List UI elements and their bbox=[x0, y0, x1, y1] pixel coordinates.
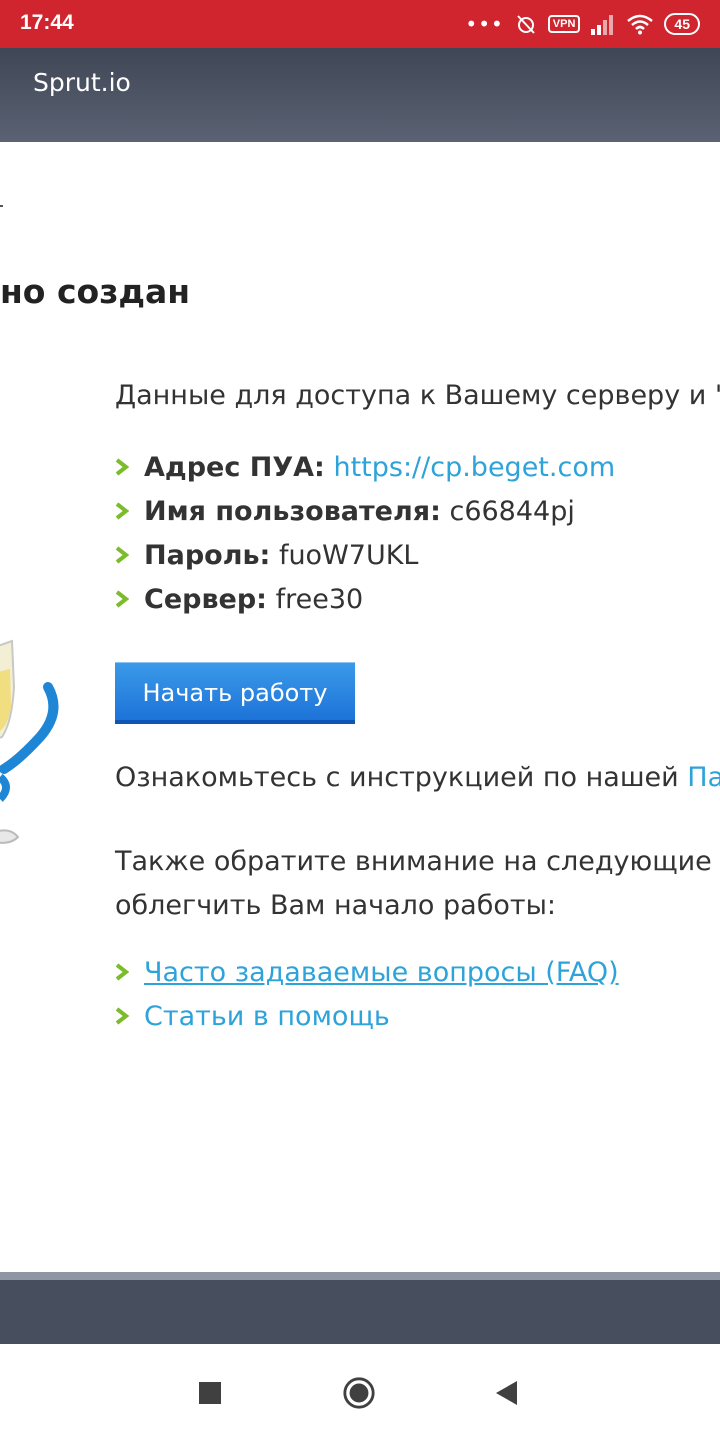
vpn-icon: VPN bbox=[547, 15, 581, 33]
instruction-paragraph: Ознакомьтесь с инструкцией по нашей Пане… bbox=[115, 762, 720, 793]
recent-apps-button[interactable] bbox=[193, 1376, 227, 1410]
champagne-glass-illustration bbox=[0, 639, 59, 844]
detail-server: Сервер: free30 bbox=[115, 584, 615, 628]
detail-label: Пароль: bbox=[144, 540, 271, 571]
triangle-back-icon bbox=[496, 1381, 517, 1405]
panel-instruction-link[interactable]: Панел bbox=[687, 762, 720, 793]
help-link-item: Часто задаваемые вопросы (FAQ) bbox=[115, 957, 619, 1001]
detail-password: Пароль: fuoW7UKL bbox=[115, 540, 615, 584]
password-value: fuoW7UKL bbox=[278, 540, 419, 571]
detail-label: Сервер: bbox=[144, 584, 267, 615]
username-value: c66844pj bbox=[449, 496, 575, 527]
help-link-item: Статьи в помощь bbox=[115, 1001, 619, 1045]
detail-label: Адрес ПУА: bbox=[144, 452, 325, 483]
chevron-right-icon bbox=[115, 458, 129, 476]
chevron-right-icon bbox=[115, 502, 129, 520]
alarm-off-icon bbox=[517, 15, 535, 34]
signal-icon bbox=[591, 15, 614, 35]
help-articles-link[interactable]: Статьи в помощь bbox=[144, 1001, 390, 1032]
also-line-2: облегчить Вам начало работы: bbox=[115, 890, 557, 921]
start-work-button[interactable]: Начать работу bbox=[115, 662, 355, 724]
back-button[interactable] bbox=[489, 1376, 523, 1410]
system-nav-bar bbox=[0, 1344, 720, 1440]
also-line-1: Также обратите внимание на следующие раз bbox=[115, 846, 720, 877]
status-bar: 17:44 ••• VPN 45 bbox=[0, 0, 720, 48]
breadcrumb-fragment bbox=[0, 205, 3, 207]
status-time: 17:44 bbox=[20, 11, 74, 34]
page-footer bbox=[0, 1272, 720, 1344]
more-dots-icon: ••• bbox=[465, 12, 504, 36]
chevron-right-icon bbox=[115, 1007, 129, 1025]
square-icon bbox=[199, 1382, 221, 1404]
access-details-list: Адрес ПУА: https://cp.beget.com Имя поль… bbox=[115, 452, 615, 628]
chevron-right-icon bbox=[115, 590, 129, 608]
also-paragraph: Также обратите внимание на следующие раз… bbox=[115, 840, 720, 928]
app-title: Sprut.io bbox=[33, 68, 131, 97]
help-links-list: Часто задаваемые вопросы (FAQ) Статьи в … bbox=[115, 957, 619, 1045]
chevron-right-icon bbox=[115, 546, 129, 564]
wifi-icon bbox=[627, 14, 654, 35]
battery-icon: 45 bbox=[664, 13, 700, 35]
circle-icon bbox=[343, 1377, 375, 1409]
detail-panel-address: Адрес ПУА: https://cp.beget.com bbox=[115, 452, 615, 496]
app-bar: Sprut.io bbox=[0, 48, 720, 142]
detail-username: Имя пользователя: c66844pj bbox=[115, 496, 615, 540]
page-content: но создан Данные для доступа к Вашему се… bbox=[0, 142, 720, 1272]
chevron-right-icon bbox=[115, 963, 129, 981]
panel-address-link[interactable]: https://cp.beget.com bbox=[333, 452, 615, 483]
detail-label: Имя пользователя: bbox=[144, 496, 441, 527]
status-icons: ••• VPN 45 bbox=[465, 10, 700, 38]
access-intro-text: Данные для доступа к Вашему серверу и "П… bbox=[115, 380, 720, 411]
faq-link[interactable]: Часто задаваемые вопросы (FAQ) bbox=[144, 957, 619, 988]
instruction-text: Ознакомьтесь с инструкцией по нашей bbox=[115, 762, 688, 793]
page-title: но создан bbox=[0, 272, 191, 311]
home-button[interactable] bbox=[342, 1376, 376, 1410]
server-value: free30 bbox=[275, 584, 364, 615]
